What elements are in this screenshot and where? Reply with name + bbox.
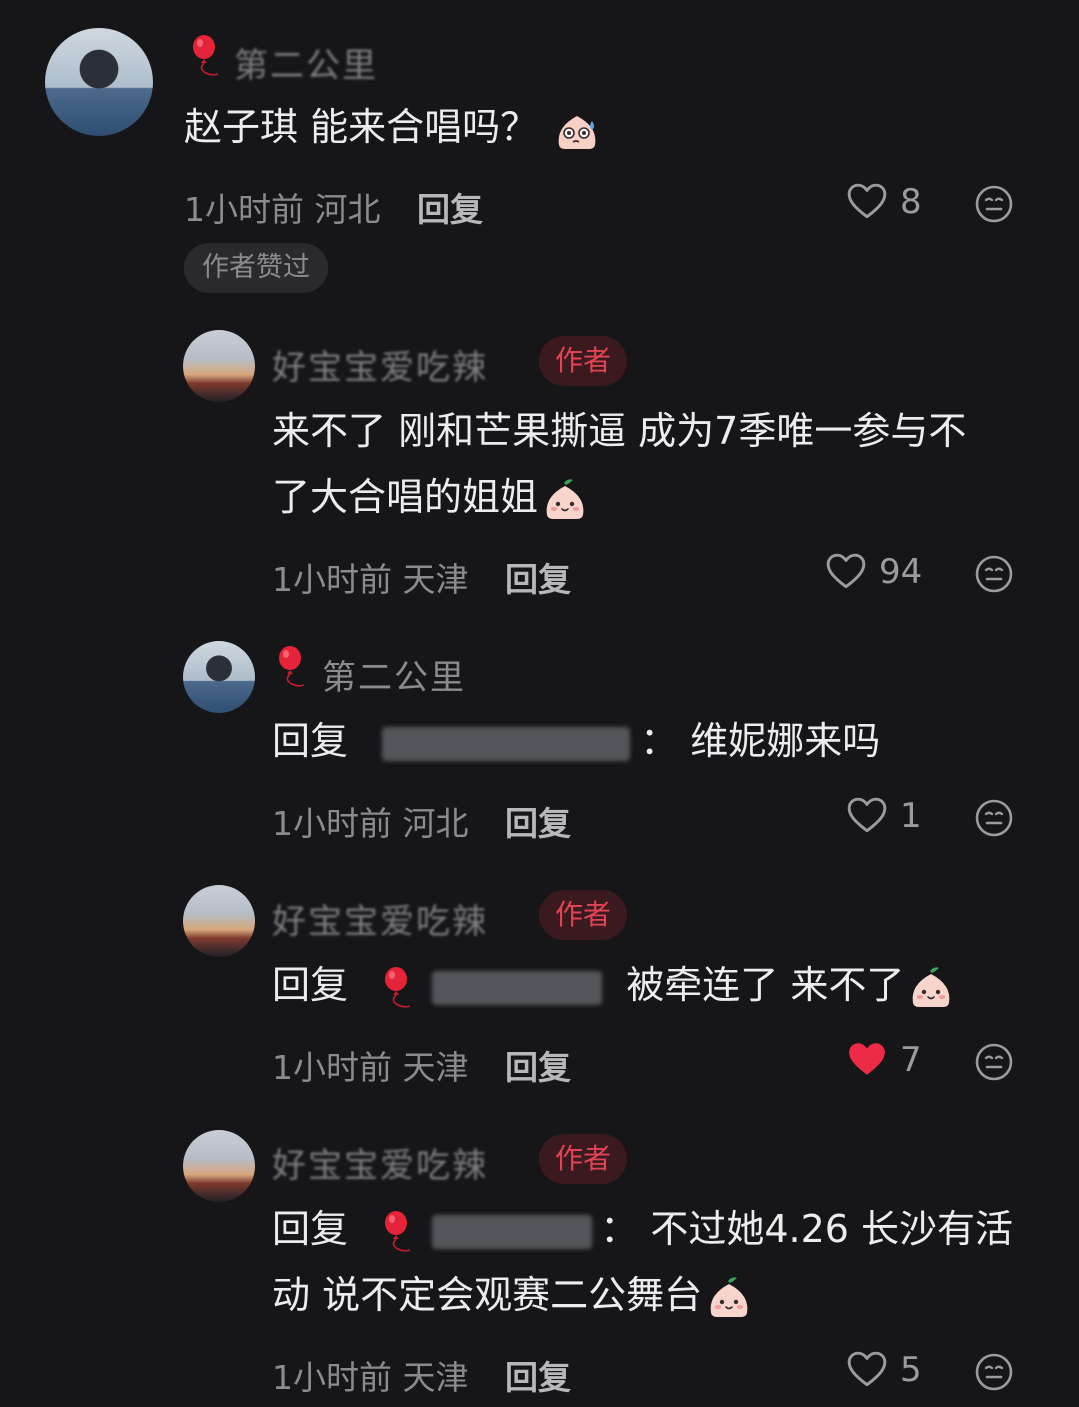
heart-icon [825,551,867,593]
like-count: 5 [900,1350,922,1390]
emoji-reaction-icon[interactable] [974,1352,1014,1392]
timestamp: 1小时前 [272,804,392,843]
like-button[interactable]: 1 [846,795,922,837]
redacted-username [432,1214,593,1249]
emoji-reaction-icon[interactable] [974,798,1014,838]
username[interactable]: 好宝宝爱吃辣 [272,340,488,389]
comment-text: 赵子琪 能来合唱吗？ [184,94,600,160]
comment-text: 来不了 刚和芒果撕逼 成为7季唯一参与不 了大合唱的姐姐 [272,398,966,530]
avatar[interactable] [45,28,153,136]
like-count: 8 [900,182,922,222]
face-emoji-icon [542,477,588,523]
username[interactable]: 第二公里 [322,650,466,699]
comment-meta: 1小时前 河北 回复 [184,183,483,231]
location: 天津 [402,560,469,599]
avatar[interactable] [183,641,255,713]
face-emoji-icon [908,965,954,1011]
location: 河北 [402,804,469,843]
like-button[interactable]: 94 [825,551,922,593]
reply-button[interactable]: 回复 [505,1358,571,1397]
username[interactable]: 好宝宝爱吃辣 [272,1138,488,1187]
username[interactable]: 第二公里 [234,38,378,87]
author-badge: 作者 [539,336,628,386]
like-count: 7 [900,1040,922,1080]
heart-icon [846,181,888,223]
reply-button[interactable]: 回复 [505,1048,571,1087]
comment-text-body: 维妮娜来吗 [690,719,881,763]
balloon-icon [382,966,412,1010]
avatar[interactable] [183,330,255,402]
comment-meta: 1小时前 天津 回复 [272,1351,571,1399]
emoji-reaction-icon[interactable] [974,1042,1014,1082]
timestamp: 1小时前 [272,1358,392,1397]
comment-text: 回复 ： 维妮娜来吗 [272,719,881,763]
avatar[interactable] [183,1130,255,1202]
reply-button[interactable]: 回复 [417,190,483,229]
like-count: 1 [900,796,922,836]
emoji-reaction-icon[interactable] [974,554,1014,594]
heart-icon [846,1349,888,1391]
heart-icon [846,795,888,837]
location: 天津 [402,1048,469,1087]
comment-text-body: 赵子琪 能来合唱吗？ [184,105,539,149]
redacted-username [382,726,631,761]
location: 天津 [402,1358,469,1397]
comment-text: 回复 被牵连了 来不了 [272,952,954,1018]
emoji-reaction-icon[interactable] [974,184,1014,224]
balloon-icon [190,34,220,78]
author-badge: 作者 [539,890,628,940]
face-emoji-icon [554,107,600,153]
like-button[interactable]: 7 [846,1039,922,1081]
timestamp: 1小时前 [272,1048,392,1087]
comment-text-line: 了大合唱的姐姐 [272,464,966,530]
like-count: 94 [879,552,923,592]
balloon-icon [276,645,306,689]
like-button[interactable]: 5 [846,1349,922,1391]
comment-text-line: 动 说不定会观赛二公舞台 [272,1262,1013,1328]
location: 河北 [314,190,381,229]
like-button[interactable]: 8 [846,181,922,223]
comment-text: 回复 ： 不过她4.26 长沙有活 动 说不定会观赛二公舞台 [272,1196,1013,1328]
balloon-icon [382,1210,412,1254]
face-emoji-icon [706,1275,752,1321]
avatar[interactable] [183,885,255,957]
comment-meta: 1小时前 天津 回复 [272,1041,571,1089]
comment-text-line: 来不了 刚和芒果撕逼 成为7季唯一参与不 [272,409,967,453]
reply-prefix: 回复 [272,719,349,763]
author-liked-pill: 作者赞过 [184,243,328,293]
reply-prefix: 回复 [272,1207,349,1251]
comment-text-line: 回复 ： 不过她4.26 长沙有活 [272,1196,1013,1262]
author-badge: 作者 [539,1134,628,1184]
heart-icon [846,1039,888,1081]
username[interactable]: 好宝宝爱吃辣 [272,894,488,943]
reply-prefix: 回复 [272,963,349,1007]
redacted-username [432,970,603,1005]
comment-text-body: 不过她4.26 长沙有活 [650,1207,1014,1251]
comment-text-body: 被牵连了 来不了 [626,963,905,1007]
comment-meta: 1小时前 河北 回复 [272,797,571,845]
timestamp: 1小时前 [272,560,392,599]
comment-meta: 1小时前 天津 回复 [272,553,571,601]
reply-button[interactable]: 回复 [505,804,571,843]
timestamp: 1小时前 [184,190,304,229]
reply-button[interactable]: 回复 [505,560,571,599]
